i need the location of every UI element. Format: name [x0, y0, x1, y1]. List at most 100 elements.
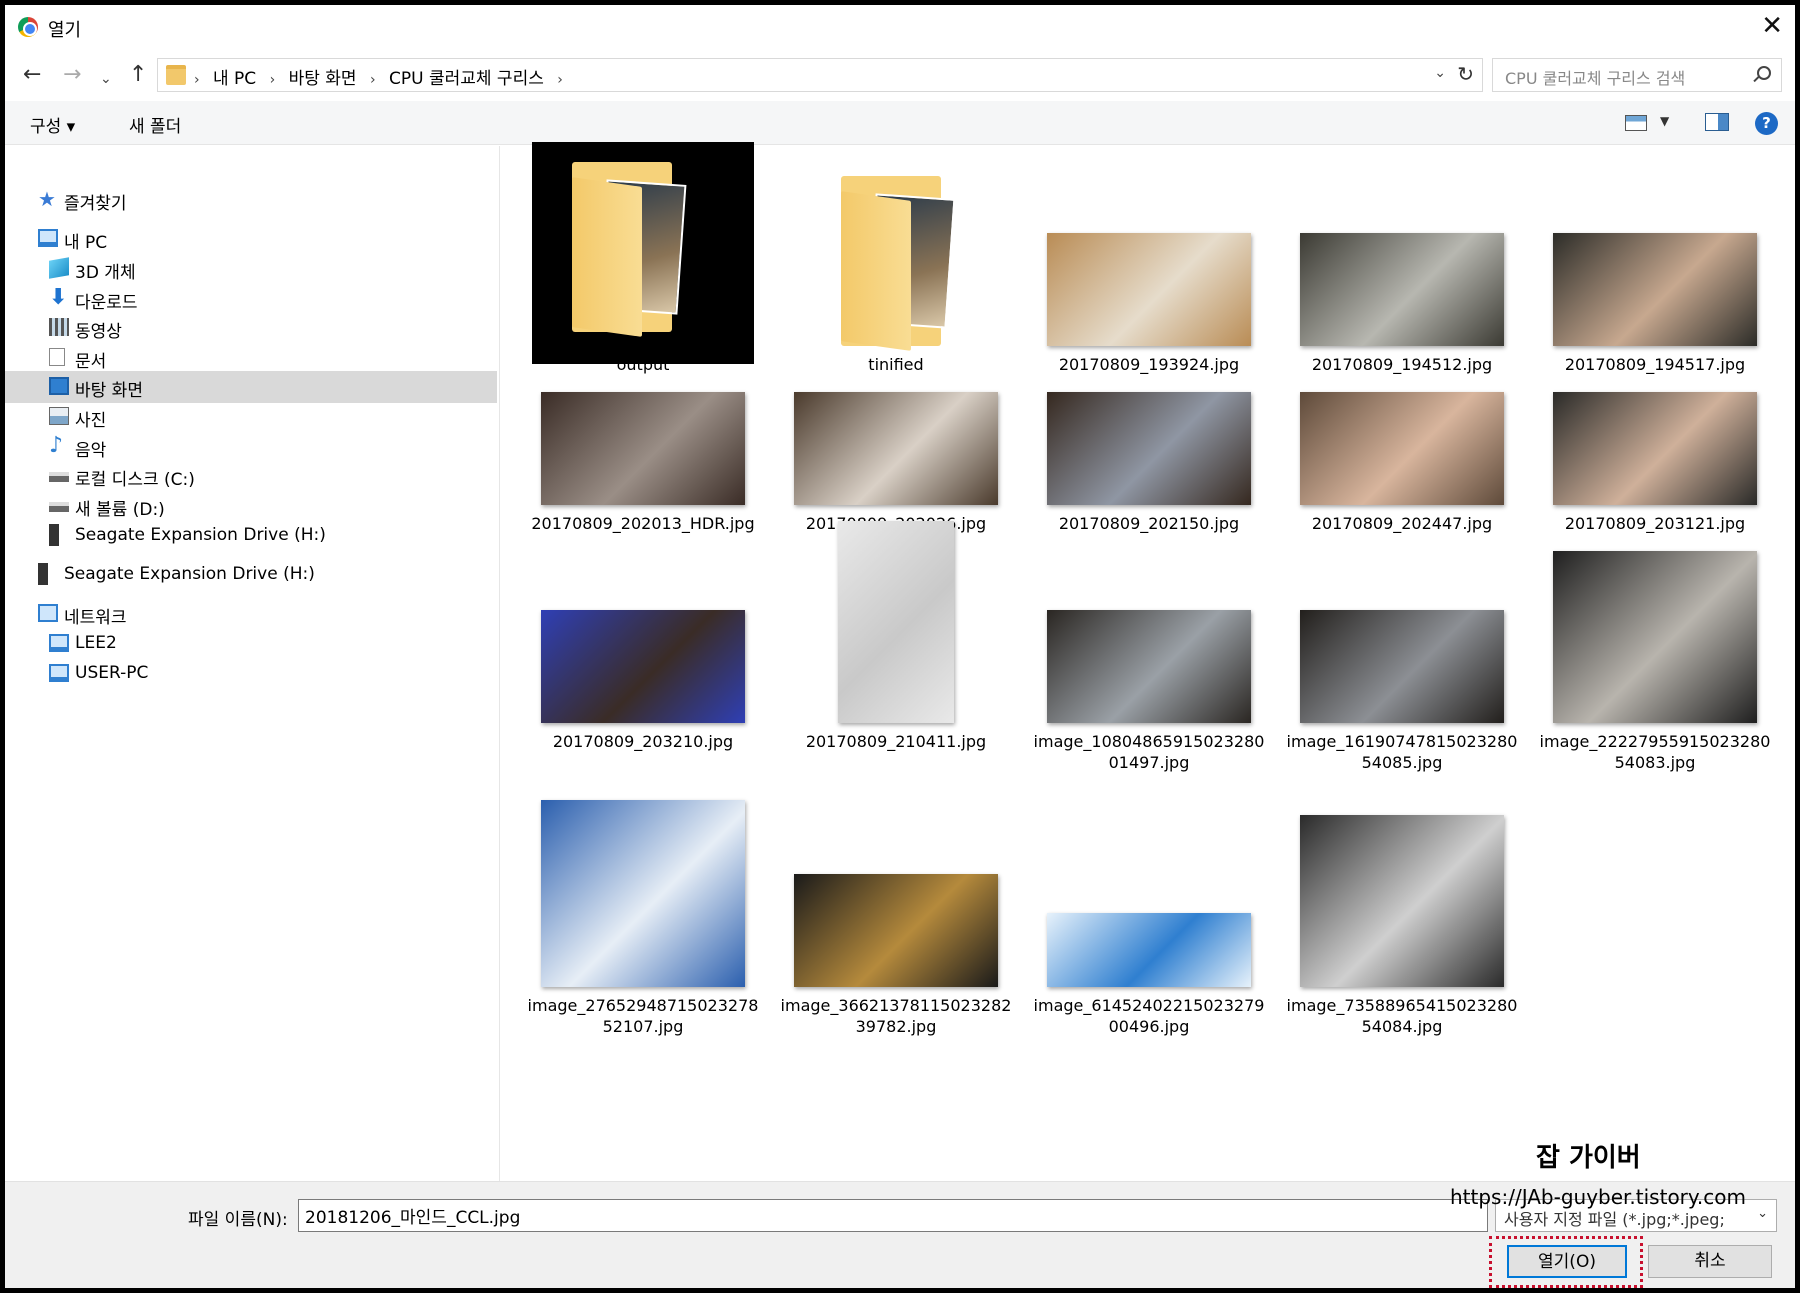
chrome-icon	[18, 17, 38, 37]
sidebar-item[interactable]: ♪ 음악	[5, 431, 495, 463]
refresh-icon[interactable]: ↻	[1457, 62, 1474, 86]
thumbnail-area	[1031, 787, 1267, 987]
folder-icon	[166, 65, 186, 85]
pictures-icon	[49, 407, 69, 425]
file-item[interactable]: image_1619074781502328054085.jpg	[1284, 523, 1520, 773]
up-arrow-icon[interactable]: ↑	[129, 61, 147, 89]
file-item[interactable]: image_1080486591502328001497.jpg	[1031, 523, 1267, 773]
sidebar-item[interactable]: 사진	[5, 401, 495, 433]
file-name: image_1080486591502328001497.jpg	[1033, 732, 1265, 772]
new-folder-button[interactable]: 새 폴더	[129, 112, 181, 137]
title-bar: 열기 ✕	[5, 5, 1795, 49]
watermark-url: https://JAb-guyber.tistory.com	[1450, 1185, 1746, 1209]
thumbnail-area	[525, 305, 761, 505]
image-thumbnail	[541, 800, 745, 987]
sidebar-item[interactable]: 바탕 화면	[5, 371, 497, 403]
video-icon	[49, 318, 69, 336]
organize-menu-button[interactable]: 구성 ▾	[30, 112, 75, 137]
back-arrow-icon[interactable]: ←	[23, 61, 41, 89]
sidebar-item[interactable]: Seagate Expansion Drive (H:)	[5, 520, 495, 552]
breadcrumb-separator[interactable]: ›	[370, 72, 376, 88]
breadcrumb-separator[interactable]: ›	[270, 72, 276, 88]
download-icon: ⬇	[49, 285, 68, 310]
file-name: 20170809_210411.jpg	[805, 732, 987, 751]
file-item[interactable]: 20170809_202026.jpg	[778, 305, 1014, 534]
sidebar-item-label: USER-PC	[75, 663, 149, 683]
image-thumbnail	[1047, 913, 1251, 987]
sidebar-item[interactable]: 네트워크	[5, 598, 495, 630]
thumbnail-area	[1284, 305, 1520, 505]
image-thumbnail	[1553, 551, 1757, 723]
sidebar-item[interactable]: 내 PC	[5, 223, 495, 255]
file-name: 20170809_203210.jpg	[552, 732, 734, 751]
cancel-button[interactable]: 취소	[1648, 1245, 1772, 1278]
file-item[interactable]: 20170809_210411.jpg	[778, 521, 1014, 752]
thumbnail-area	[1537, 305, 1773, 505]
open-button[interactable]: 열기(O)	[1507, 1245, 1627, 1278]
view-options-dropdown-icon[interactable]: ▼	[1660, 114, 1669, 128]
sidebar-item[interactable]: LEE2	[5, 628, 495, 660]
sidebar-item-label: 로컬 디스크 (C:)	[75, 470, 195, 490]
dialog-title: 열기	[48, 20, 82, 41]
image-thumbnail	[838, 521, 954, 723]
network-icon	[38, 604, 58, 622]
forward-arrow-icon[interactable]: →	[63, 61, 81, 89]
sidebar-item-label: 동영상	[75, 322, 122, 342]
image-thumbnail	[1047, 610, 1251, 723]
close-button[interactable]: ✕	[1761, 11, 1783, 41]
breadcrumb-separator: ›	[194, 72, 200, 88]
desktop-icon	[49, 377, 69, 395]
breadcrumb-item-desktop[interactable]: 바탕 화면	[289, 69, 357, 89]
image-thumbnail	[541, 392, 745, 505]
sidebar-item-label: 사진	[75, 411, 107, 431]
file-item[interactable]: image_2222795591502328054083.jpg	[1537, 523, 1773, 773]
sidebar-item[interactable]: USER-PC	[5, 658, 495, 690]
file-item[interactable]: 20170809_203121.jpg	[1537, 305, 1773, 534]
sidebar-item[interactable]: ⬇ 다운로드	[5, 283, 495, 315]
sidebar-item-label: 내 PC	[64, 233, 108, 253]
preview-pane-icon[interactable]	[1705, 113, 1729, 131]
disk-icon	[49, 502, 69, 512]
thumbnail-area	[1284, 523, 1520, 723]
sidebar-item[interactable]: 3D 개체	[5, 253, 495, 285]
thumbnail-area	[778, 521, 1014, 723]
sidebar-item-label: Seagate Expansion Drive (H:)	[75, 525, 326, 545]
breadcrumb-item-current-folder[interactable]: CPU 쿨러교체 구리스	[389, 69, 544, 89]
sidebar-item-label: 음악	[75, 441, 107, 461]
sidebar-item[interactable]: 동영상	[5, 312, 495, 344]
file-item[interactable]: image_2765294871502327852107.jpg	[525, 787, 761, 1037]
file-item[interactable]: 20170809_202150.jpg	[1031, 305, 1267, 534]
thumbnail-area	[778, 787, 1014, 987]
address-dropdown-chevron-icon[interactable]: ⌄	[1434, 65, 1446, 81]
breadcrumb-item-this-pc[interactable]: 내 PC	[213, 69, 256, 89]
address-row: ← → ⌄ ↑ › 내 PC › 바탕 화면 › CPU 쿨러교체 구리스 › …	[5, 55, 1795, 97]
filename-label: 파일 이름(N):	[188, 1210, 288, 1230]
sidebar-item[interactable]: Seagate Expansion Drive (H:)	[5, 559, 495, 591]
search-placeholder: CPU 쿨러교체 구리스 검색	[1505, 69, 1686, 88]
file-item[interactable]: 20170809_202447.jpg	[1284, 305, 1520, 534]
watermark-title: 잡 가이버	[1536, 1143, 1641, 1173]
sidebar-item[interactable]: 새 볼륨 (D:)	[5, 490, 495, 522]
computer-icon	[49, 634, 69, 652]
search-input[interactable]: CPU 쿨러교체 구리스 검색	[1492, 58, 1782, 92]
document-icon	[49, 348, 65, 366]
file-item[interactable]: 20170809_203210.jpg	[525, 523, 761, 752]
thumbnail-area	[1031, 523, 1267, 723]
image-thumbnail	[541, 610, 745, 723]
sidebar-item[interactable]: ★ 즐겨찾기	[5, 184, 495, 216]
sidebar-item-label: 다운로드	[75, 293, 138, 313]
file-item[interactable]: 20170809_202013_HDR.jpg	[525, 305, 761, 534]
breadcrumb-separator[interactable]: ›	[557, 72, 563, 88]
file-item[interactable]: image_3662137811502328239782.jpg	[778, 787, 1014, 1037]
file-item[interactable]: image_6145240221502327900496.jpg	[1031, 787, 1267, 1037]
help-icon[interactable]: ?	[1755, 112, 1778, 135]
address-bar[interactable]: › 내 PC › 바탕 화면 › CPU 쿨러교체 구리스 › ⌄ ↻	[157, 58, 1483, 92]
search-icon[interactable]	[1757, 66, 1771, 80]
change-view-icon[interactable]	[1625, 115, 1647, 131]
sidebar-item[interactable]: 문서	[5, 342, 495, 374]
filename-field[interactable]	[298, 1199, 1488, 1232]
recent-locations-chevron-icon[interactable]: ⌄	[100, 65, 112, 93]
sidebar-item[interactable]: 로컬 디스크 (C:)	[5, 460, 495, 492]
file-item[interactable]: image_7358896541502328054084.jpg	[1284, 787, 1520, 1037]
thumbnail-area	[525, 523, 761, 723]
